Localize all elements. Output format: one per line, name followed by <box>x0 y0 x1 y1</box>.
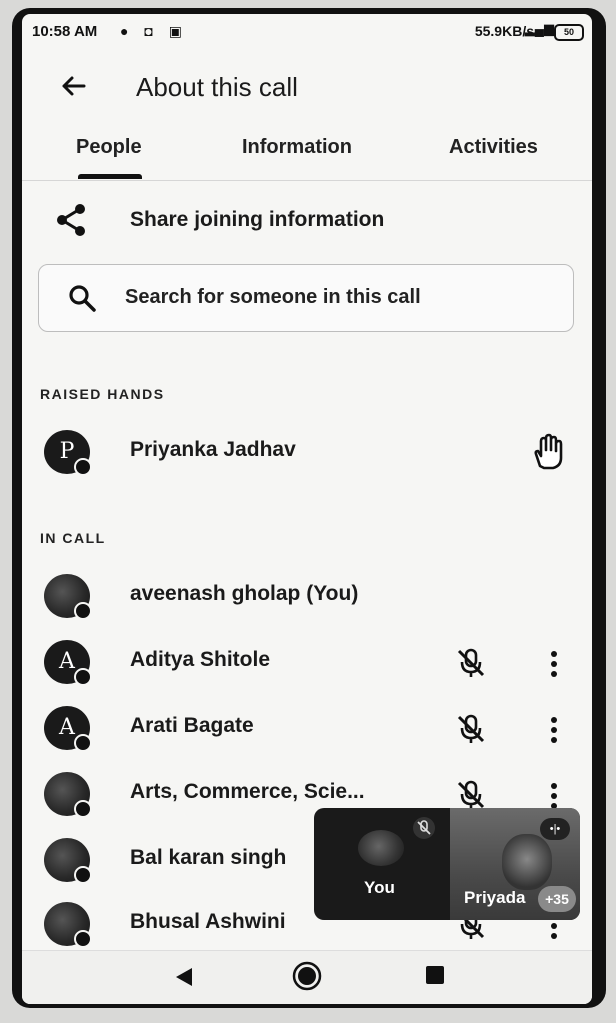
participant-name: Arts, Commerce, Scie... <box>130 780 365 803</box>
battery-icon: 50 <box>554 24 584 41</box>
extra-participants-badge: +35 <box>538 886 576 912</box>
avatar-initial: P <box>59 439 75 464</box>
mic-off-icon <box>412 816 436 840</box>
raised-hand-row[interactable]: P Priyanka Jadhav <box>22 422 592 482</box>
participant-video <box>502 834 552 890</box>
share-joining-info-row[interactable]: Share joining information <box>22 190 592 250</box>
avatar <box>44 772 92 818</box>
system-nav-bar <box>22 950 592 1004</box>
participant-video-tile: •|• Priyada +35 <box>450 808 580 920</box>
nav-recents-icon[interactable] <box>426 966 444 984</box>
participant-name: aveenash gholap (You) <box>130 582 359 605</box>
avatar: P <box>44 430 92 476</box>
self-video-avatar <box>358 830 404 866</box>
participant-name: Arati Bagate <box>130 714 254 737</box>
search-icon <box>67 283 97 313</box>
presence-dot <box>74 602 92 620</box>
participant-name: Priyanka Jadhav <box>130 438 296 461</box>
mic-off-icon <box>454 778 488 812</box>
more-options-icon[interactable] <box>546 648 562 680</box>
presence-dot <box>74 800 92 818</box>
presence-dot <box>74 930 92 948</box>
presence-dot <box>74 458 92 476</box>
signal-icon: ▂▄▆ <box>524 21 554 36</box>
avatar-initial: A <box>59 649 75 674</box>
tab-people[interactable]: People <box>76 136 142 159</box>
avatar-initial: A <box>59 715 75 740</box>
back-arrow-icon[interactable] <box>54 66 94 106</box>
search-field[interactable]: Search for someone in this call <box>38 264 574 332</box>
tab-selected-indicator <box>78 174 142 179</box>
participant-row[interactable]: A Aditya Shitole <box>22 632 592 692</box>
in-call-heading: IN CALL <box>40 530 106 546</box>
presence-dot <box>74 734 92 752</box>
nav-home-icon[interactable] <box>292 961 322 991</box>
self-tile-label: You <box>364 878 395 897</box>
participant-row[interactable]: A Arati Bagate <box>22 698 592 758</box>
avatar: A <box>44 706 92 752</box>
call-details-screen: 10:58 AM ● ◘ ▣ 55.9KB/s ▂▄▆ 50 About thi… <box>22 14 592 1004</box>
floating-call-preview[interactable]: You •|• Priyada +35 <box>314 808 580 920</box>
avatar <box>44 902 92 948</box>
avatar: A <box>44 640 92 686</box>
raised-hand-icon[interactable] <box>528 432 568 472</box>
mic-off-icon <box>454 712 488 746</box>
status-time: 10:58 AM <box>32 23 98 40</box>
search-placeholder: Search for someone in this call <box>125 286 421 308</box>
avatar <box>44 838 92 884</box>
avatar <box>44 574 92 620</box>
raised-hands-heading: RAISED HANDS <box>40 386 165 402</box>
nav-back-icon[interactable] <box>172 965 196 989</box>
status-bar: 10:58 AM ● ◘ ▣ 55.9KB/s ▂▄▆ 50 <box>22 14 592 52</box>
share-joining-info-label: Share joining information <box>130 208 385 231</box>
participant-name: Bal karan singh <box>130 846 287 869</box>
notification-icons: ● ◘ ▣ <box>120 23 188 39</box>
presence-dot <box>74 866 92 884</box>
share-icon <box>52 200 92 240</box>
more-options-icon[interactable] <box>546 714 562 746</box>
participant-name: Aditya Shitole <box>130 648 271 671</box>
presence-dot <box>74 668 92 686</box>
tab-information[interactable]: Information <box>242 136 352 159</box>
speaking-indicator-icon: •|• <box>540 818 570 840</box>
page-title: About this call <box>136 72 298 102</box>
mic-off-icon <box>454 646 488 680</box>
tab-bar: People Information Activities <box>22 122 592 181</box>
tab-activities[interactable]: Activities <box>449 136 538 159</box>
participant-tile-label: Priyada <box>464 888 526 907</box>
participant-name: Bhusal Ashwini <box>130 910 286 933</box>
participant-row[interactable]: aveenash gholap (You) <box>22 566 592 626</box>
app-bar: About this call <box>22 58 592 118</box>
